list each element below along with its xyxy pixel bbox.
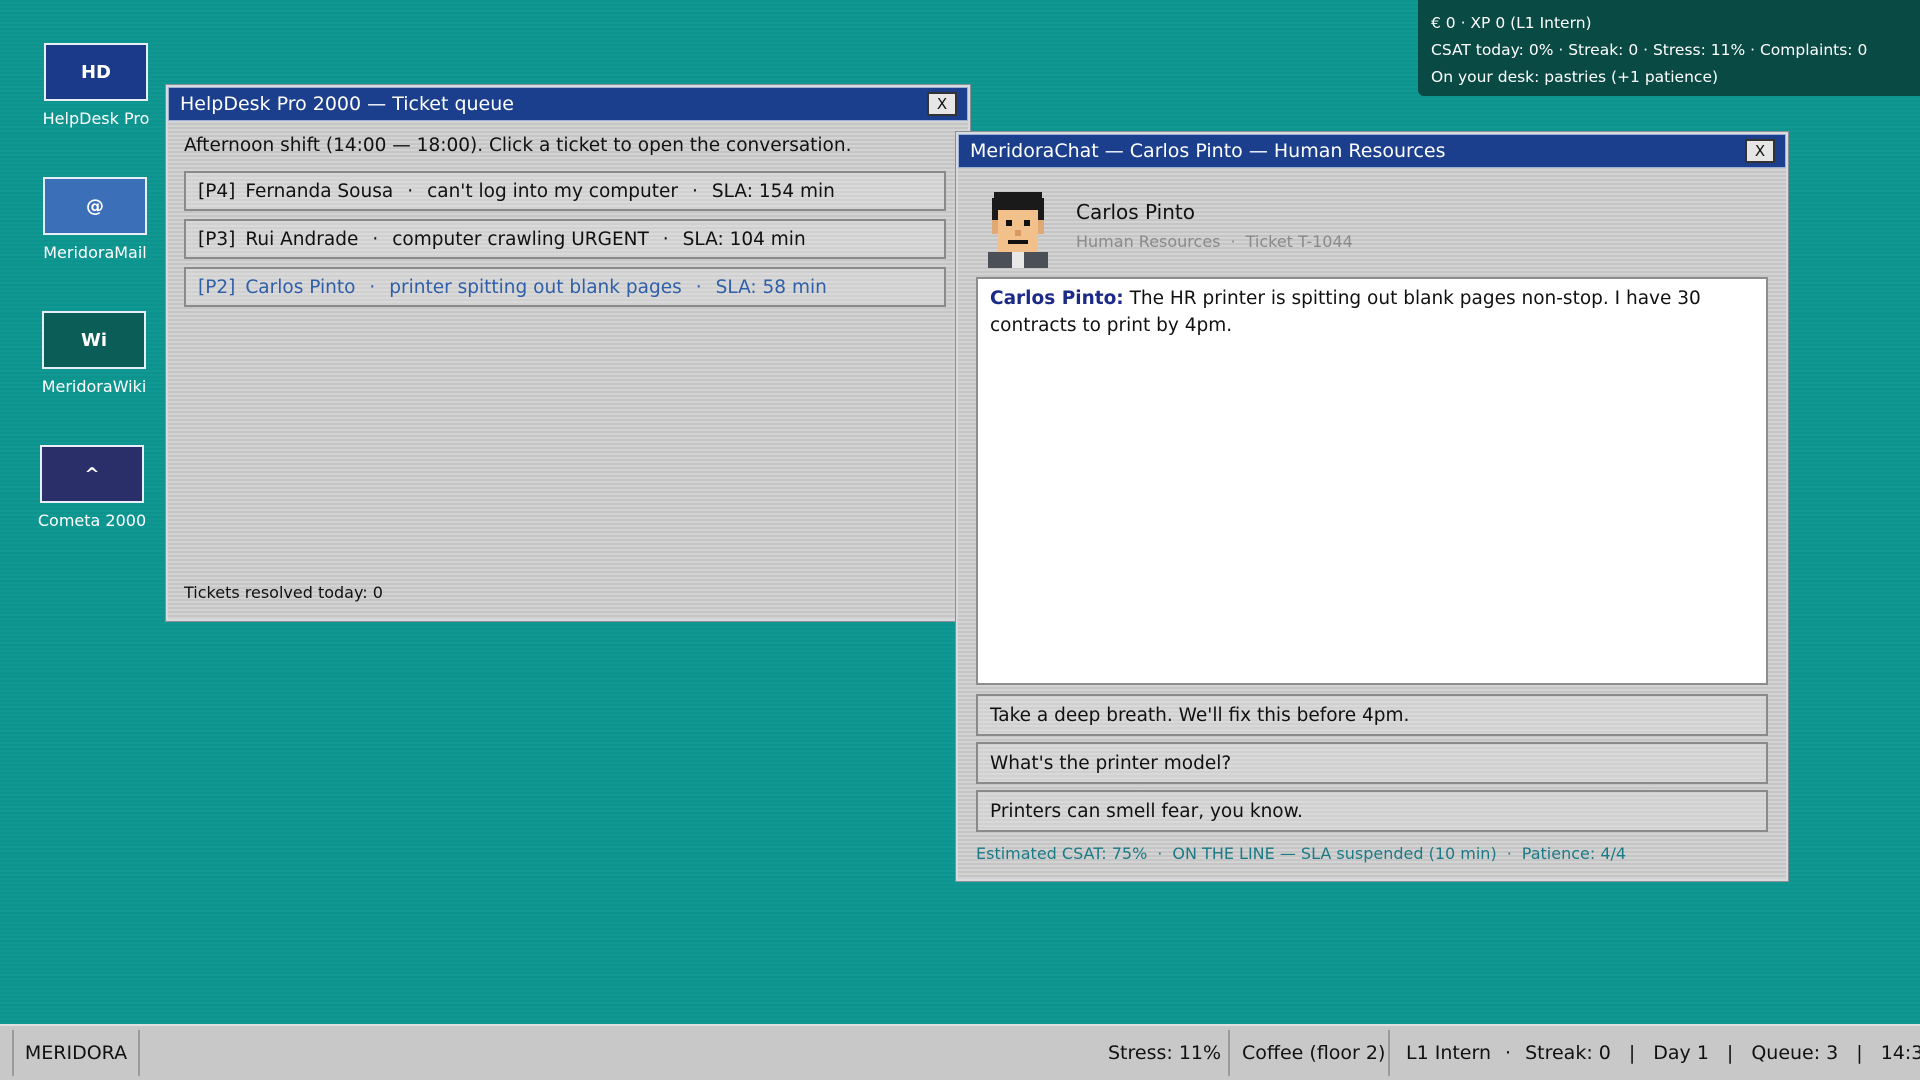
separator: ·: [369, 276, 376, 298]
taskbar-queue: Queue: 3: [1751, 1042, 1839, 1064]
taskbar-level: L1 Intern: [1406, 1042, 1492, 1064]
desktop-icon-label: HelpDesk Pro: [42, 109, 150, 128]
ticket-requester: Carlos Pinto: [245, 276, 356, 298]
separator: ·: [692, 180, 698, 202]
ticket-priority: [P2]: [198, 276, 236, 298]
message-speaker: Carlos Pinto:: [990, 288, 1124, 309]
ticket-priority: [P4]: [198, 180, 236, 202]
separator: ·: [1157, 844, 1163, 863]
status-hud: € 0 · XP 0 (L1 Intern) CSAT today: 0% · …: [1418, 0, 1920, 96]
chat-transcript: Carlos Pinto: The HR printer is spitting…: [976, 277, 1768, 685]
ticket-row-selected[interactable]: [P2] Carlos Pinto · printer spitting out…: [184, 267, 946, 307]
taskbar-divider: [1228, 1030, 1230, 1076]
start-button[interactable]: MERIDORA: [12, 1030, 140, 1076]
separator: ·: [407, 180, 414, 202]
desktop-icon-mail[interactable]: @ MeridoraMail: [35, 177, 155, 262]
separator: ·: [372, 228, 379, 250]
close-button[interactable]: X: [1745, 139, 1775, 163]
ticket-id: Ticket T-1044: [1245, 232, 1353, 251]
contact-department: Human Resources: [1076, 232, 1221, 251]
separator: |: [1726, 1042, 1734, 1064]
reply-option[interactable]: What's the printer model?: [976, 742, 1768, 784]
desktop-icon-label: MeridoraWiki: [41, 377, 147, 396]
taskbar-streak: Streak: 0: [1525, 1042, 1611, 1064]
desktop-icon-label: Cometa 2000: [37, 511, 147, 530]
taskbar-divider: [1388, 1030, 1390, 1076]
taskbar-status: L1 Intern · Streak: 0 | Day 1 | Queue: 3…: [1406, 1026, 1920, 1080]
estimated-csat: Estimated CSAT: 75%: [976, 844, 1148, 863]
desktop-icon-cometa[interactable]: ^ Cometa 2000: [32, 445, 152, 530]
contact-details: Human Resources · Ticket T-1044: [1076, 232, 1353, 251]
ticket-sla: SLA: 104 min: [682, 228, 806, 250]
wiki-icon: Wi: [42, 311, 146, 369]
ticket-issue: computer crawling URGENT: [392, 228, 649, 250]
reply-option[interactable]: Take a deep breath. We'll fix this befor…: [976, 694, 1768, 736]
ticket-sla: SLA: 58 min: [715, 276, 827, 298]
taskbar-clock: 14:30: [1880, 1042, 1920, 1064]
ticket-issue: can't log into my computer: [427, 180, 679, 202]
ticket-issue: printer spitting out blank pages: [389, 276, 682, 298]
shift-info: Afternoon shift (14:00 — 18:00). Click a…: [184, 135, 852, 156]
separator: ·: [1505, 1042, 1512, 1064]
hud-desk-item: On your desk: pastries (+1 patience): [1431, 68, 1719, 86]
window-title: HelpDesk Pro 2000 — Ticket queue: [180, 93, 514, 115]
ticket-priority: [P3]: [198, 228, 236, 250]
reply-option[interactable]: Printers can smell fear, you know.: [976, 790, 1768, 832]
separator: ·: [1506, 844, 1512, 863]
taskbar-day: Day 1: [1653, 1042, 1709, 1064]
close-button[interactable]: X: [927, 92, 957, 116]
hud-stats: CSAT today: 0% · Streak: 0 · Stress: 11%…: [1431, 41, 1868, 59]
ticket-queue-titlebar[interactable]: HelpDesk Pro 2000 — Ticket queue X: [168, 87, 968, 121]
desktop-icon-helpdesk[interactable]: HD HelpDesk Pro: [36, 43, 156, 128]
separator: |: [1856, 1042, 1863, 1064]
mail-icon: @: [43, 177, 147, 235]
chat-window: MeridoraChat — Carlos Pinto — Human Reso…: [956, 132, 1788, 881]
desktop-icon-wiki[interactable]: Wi MeridoraWiki: [34, 311, 154, 396]
ticket-requester: Rui Andrade: [245, 228, 359, 250]
ticket-requester: Fernanda Sousa: [245, 180, 394, 202]
ticket-row[interactable]: [P3] Rui Andrade · computer crawling URG…: [184, 219, 946, 259]
tickets-resolved-count: Tickets resolved today: 0: [184, 583, 383, 602]
separator: ·: [1230, 232, 1236, 251]
helpdesk-icon: HD: [44, 43, 148, 101]
ticket-queue-window: HelpDesk Pro 2000 — Ticket queue X After…: [166, 85, 970, 621]
desktop-icon-label: MeridoraMail: [43, 243, 147, 262]
hud-money-xp: € 0 · XP 0 (L1 Intern): [1431, 14, 1592, 32]
taskbar-coffee[interactable]: Coffee (floor 2): [1242, 1026, 1385, 1080]
chat-titlebar[interactable]: MeridoraChat — Carlos Pinto — Human Reso…: [958, 134, 1786, 168]
ticket-sla: SLA: 154 min: [711, 180, 835, 202]
contact-name: Carlos Pinto: [1076, 200, 1195, 224]
taskbar: MERIDORA Stress: 11% Coffee (floor 2) L1…: [0, 1024, 1920, 1080]
separator: |: [1628, 1042, 1636, 1064]
patience-meter: Patience: 4/4: [1521, 844, 1627, 863]
chat-status-bar: Estimated CSAT: 75% · ON THE LINE — SLA su…: [976, 844, 1626, 863]
taskbar-stress: Stress: 11%: [1108, 1042, 1222, 1064]
window-title: MeridoraChat — Carlos Pinto — Human Reso…: [970, 140, 1446, 162]
separator: ·: [695, 276, 702, 298]
cometa-icon: ^: [40, 445, 144, 503]
ticket-row[interactable]: [P4] Fernanda Sousa · can't log into my …: [184, 171, 946, 211]
separator: ·: [662, 228, 669, 250]
call-status: ON THE LINE — SLA suspended (10 min): [1172, 844, 1497, 863]
avatar: [988, 192, 1048, 268]
